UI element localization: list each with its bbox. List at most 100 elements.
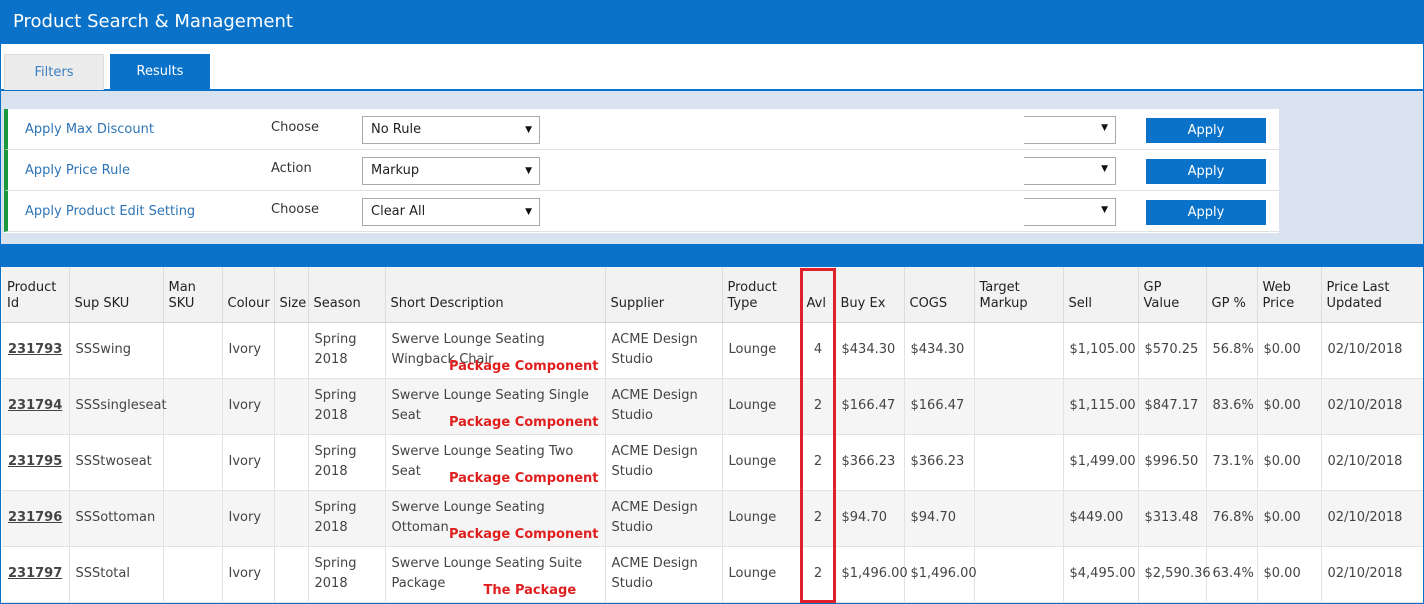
column-header[interactable]: Short Description xyxy=(385,267,606,323)
title-bar: Product Search & Management xyxy=(1,1,1423,44)
column-header[interactable]: Sell xyxy=(1063,267,1139,323)
column-header[interactable]: Web Price xyxy=(1257,267,1322,323)
cell-web-price: $0.00 xyxy=(1257,546,1322,603)
cell-description: Swerve Lounge Seating Single Seat Package… xyxy=(385,378,606,435)
cell-type: Lounge xyxy=(722,546,802,603)
rule-name[interactable]: Apply Max Discount xyxy=(25,122,154,137)
chevron-down-icon: ▼ xyxy=(1101,164,1108,174)
apply-button[interactable]: Apply xyxy=(1146,118,1266,143)
cell-sell: $1,105.00 xyxy=(1063,322,1139,379)
cell-size xyxy=(274,434,309,491)
cell-man-sku xyxy=(163,490,223,547)
column-header[interactable]: Colour xyxy=(222,267,275,323)
apply-button[interactable]: Apply xyxy=(1146,200,1266,225)
column-header[interactable]: GP Value xyxy=(1138,267,1207,323)
cell-avl: 4 xyxy=(801,322,836,379)
cell-supplier: ACME Design Studio xyxy=(605,546,723,603)
rule-select-value: Clear All xyxy=(371,204,426,219)
cell-buy-ex: $166.47 xyxy=(835,378,905,435)
table-row[interactable]: 231796 SSSottoman Ivory Spring 2018 Swer… xyxy=(2,490,1423,547)
product-id-link[interactable]: 231795 xyxy=(2,434,70,491)
tab-results[interactable]: Results xyxy=(110,54,210,90)
cell-updated: 02/10/2018 xyxy=(1321,490,1423,547)
cell-gp-pct: 83.6% xyxy=(1206,378,1258,435)
cell-gp-pct: 76.8% xyxy=(1206,490,1258,547)
cell-avl: 2 xyxy=(801,378,836,435)
column-header[interactable]: Season xyxy=(308,267,386,323)
package-tag: Package Component xyxy=(448,526,599,542)
cell-description: Swerve Lounge Seating Ottoman Package Com… xyxy=(385,490,606,547)
chevron-down-icon: ▼ xyxy=(1101,123,1108,133)
cell-supplier: ACME Design Studio xyxy=(605,490,723,547)
cell-avl: 2 xyxy=(801,490,836,547)
cell-sell: $449.00 xyxy=(1063,490,1139,547)
rule-select-value: No Rule xyxy=(371,122,422,137)
cell-man-sku xyxy=(163,546,223,603)
cell-buy-ex: $1,496.00 xyxy=(835,546,908,603)
cell-colour: Ivory xyxy=(222,434,275,491)
column-header[interactable]: Buy Ex xyxy=(835,267,905,323)
column-header[interactable]: Target Markup xyxy=(974,267,1064,323)
product-id-link[interactable]: 231797 xyxy=(2,546,70,603)
product-id-link[interactable]: 231796 xyxy=(2,490,70,547)
cell-sup-sku: SSStwoseat xyxy=(69,434,164,491)
rule-value-select[interactable]: ▼ xyxy=(1024,198,1116,226)
cell-buy-ex: $434.30 xyxy=(835,322,905,379)
cell-season: Spring 2018 xyxy=(308,378,386,435)
table-row[interactable]: 231793 SSSwing Ivory Spring 2018 Swerve … xyxy=(2,322,1423,379)
cell-sup-sku: SSSsingleseat xyxy=(69,378,167,435)
apply-button[interactable]: Apply xyxy=(1146,159,1266,184)
cell-size xyxy=(274,378,309,435)
table-row[interactable]: 231797 SSStotal Ivory Spring 2018 Swerve… xyxy=(2,546,1423,603)
column-header[interactable]: Supplier xyxy=(605,267,723,323)
cell-colour: Ivory xyxy=(222,546,275,603)
product-id-link[interactable]: 231794 xyxy=(2,378,70,435)
rule-select[interactable]: Clear All ▼ xyxy=(362,198,540,226)
package-tag: Package Component xyxy=(448,414,599,430)
rule-value-select[interactable]: ▼ xyxy=(1024,157,1116,185)
cell-gp-pct: 56.8% xyxy=(1206,322,1258,379)
table-row[interactable]: 231795 SSStwoseat Ivory Spring 2018 Swer… xyxy=(2,434,1423,491)
cell-gp-value: $313.48 xyxy=(1138,490,1207,547)
package-tag: Package Component xyxy=(448,470,599,486)
rule-name[interactable]: Apply Product Edit Setting xyxy=(25,204,195,219)
rule-sub-label: Choose xyxy=(271,120,319,135)
column-header[interactable]: Avl xyxy=(801,267,836,323)
cell-avl: 2 xyxy=(801,546,836,603)
chevron-down-icon: ▼ xyxy=(525,166,532,176)
cell-description: Swerve Lounge Seating Wingback Chair Pack… xyxy=(385,322,606,379)
cell-web-price: $0.00 xyxy=(1257,378,1322,435)
column-header[interactable]: Price Last Updated xyxy=(1321,267,1423,323)
cell-target-markup xyxy=(974,434,1064,491)
column-header[interactable]: Product Type xyxy=(722,267,802,323)
column-header[interactable]: Size xyxy=(274,267,309,323)
tab-bar: Filters Results xyxy=(1,44,1423,91)
tab-filters[interactable]: Filters xyxy=(4,54,104,90)
rules-panel: Apply Max Discount Choose No Rule ▼ ▼ Ap… xyxy=(4,109,1279,233)
cell-sell: $1,115.00 xyxy=(1063,378,1139,435)
rule-select[interactable]: No Rule ▼ xyxy=(362,116,540,144)
column-header[interactable]: COGS xyxy=(904,267,975,323)
cell-updated: 02/10/2018 xyxy=(1321,546,1423,603)
cell-updated: 02/10/2018 xyxy=(1321,378,1423,435)
product-id-link[interactable]: 231793 xyxy=(2,322,70,379)
table-row[interactable]: 231794 SSSsingleseat Ivory Spring 2018 S… xyxy=(2,378,1423,435)
column-header[interactable]: Product Id xyxy=(2,267,70,323)
column-header[interactable]: Man SKU xyxy=(163,267,223,323)
cell-supplier: ACME Design Studio xyxy=(605,434,723,491)
cell-gp-value: $847.17 xyxy=(1138,378,1207,435)
results-table: Product Id Sup SKU Man SKU Colour Size S… xyxy=(2,267,1423,603)
rule-sub-label: Action xyxy=(271,161,312,176)
rule-select-value: Markup xyxy=(371,163,420,178)
package-tag: The Package xyxy=(483,582,577,598)
cell-buy-ex: $94.70 xyxy=(835,490,905,547)
rule-select[interactable]: Markup ▼ xyxy=(362,157,540,185)
column-header[interactable]: Sup SKU xyxy=(69,267,164,323)
chevron-down-icon: ▼ xyxy=(525,125,532,135)
cell-gp-value: $570.25 xyxy=(1138,322,1207,379)
cell-cogs: $1,496.00 xyxy=(904,546,977,603)
column-header[interactable]: GP % xyxy=(1206,267,1258,323)
cell-supplier: ACME Design Studio xyxy=(605,378,723,435)
rule-name[interactable]: Apply Price Rule xyxy=(25,163,130,178)
rule-value-select[interactable]: ▼ xyxy=(1024,116,1116,144)
